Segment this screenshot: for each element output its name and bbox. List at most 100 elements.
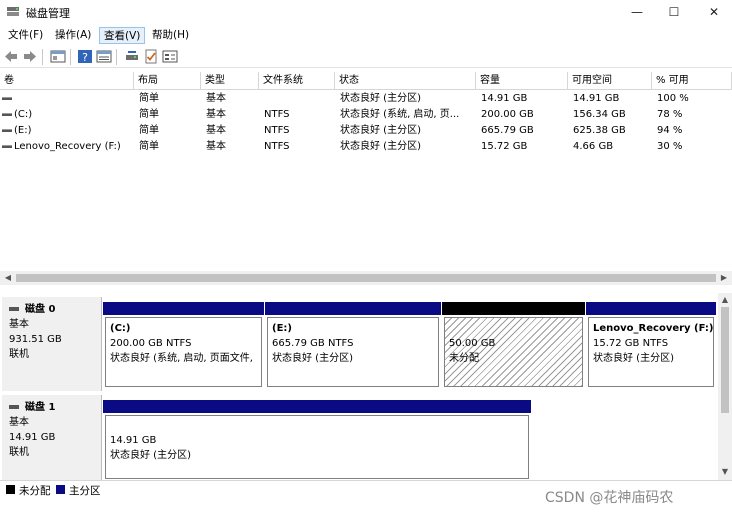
column-header-volume[interactable]: 卷 (0, 72, 134, 90)
menu-bar: 文件(F) 操作(A) 查看(V) 帮助(H) (0, 25, 732, 45)
partition-size: 665.79 GB NTFS (272, 338, 354, 349)
checklist-icon[interactable] (143, 49, 159, 64)
volume-list: 卷 布局 类型 文件系统 状态 容量 可用空间 % 可用 简单 基本 状态良好 … (0, 72, 732, 272)
partition-unallocated[interactable]: 50.00 GB 未分配 (442, 302, 585, 391)
partition-size: 14.91 GB (110, 435, 157, 446)
partition-label: (C:) (110, 323, 131, 334)
status-cell: 状态良好 (主分区) (340, 125, 421, 136)
close-button[interactable]: ✕ (697, 0, 731, 24)
partition-status: 状态良好 (主分区) (110, 450, 191, 461)
disk-1-kind: 基本 (9, 417, 29, 428)
volume-name: (C:) (14, 109, 33, 120)
column-header-capacity[interactable]: 容量 (476, 72, 568, 90)
column-header-filesystem[interactable]: 文件系统 (259, 72, 335, 90)
scroll-right-icon[interactable]: ▶ (717, 271, 731, 285)
partition-status: 状态良好 (系统, 启动, 页面文件, (110, 353, 253, 364)
unallocated-body: 50.00 GB 未分配 (444, 317, 583, 387)
partition-disk1-primary[interactable]: 14.91 GB 状态良好 (主分区) (103, 400, 531, 480)
volume-name: (E:) (14, 125, 32, 136)
column-header-type[interactable]: 类型 (201, 72, 259, 90)
toolbar: ? (0, 46, 732, 68)
column-header-percent-free[interactable]: % 可用 (652, 72, 732, 90)
forward-arrow-icon[interactable] (22, 49, 38, 64)
volume-icon (2, 144, 12, 148)
menu-file[interactable]: 文件(F) (4, 27, 47, 44)
volume-name-cell: (E:) (0, 123, 134, 138)
partition-status: 状态良好 (主分区) (593, 353, 674, 364)
scroll-left-icon[interactable]: ◀ (1, 271, 15, 285)
disk-0-label[interactable]: 磁盘 0 基本 931.51 GB 联机 (2, 297, 102, 391)
partition-label (449, 321, 578, 336)
minimize-button[interactable]: — (620, 0, 654, 24)
layout-cell: 简单 (139, 141, 159, 152)
partition-status: 状态良好 (主分区) (272, 353, 353, 364)
partition-c[interactable]: (C:) 200.00 GB NTFS 状态良好 (系统, 启动, 页面文件, (103, 302, 264, 391)
type-cell: 基本 (206, 93, 226, 104)
watermark-text: CSDN @花神庙码农 (545, 490, 674, 506)
filesystem-cell (259, 91, 335, 106)
partition-size: 200.00 GB NTFS (110, 338, 192, 349)
disk-1-size: 14.91 GB (9, 432, 56, 443)
table-row[interactable]: (C:) 简单 基本 NTFS 状态良好 (系统, 启动, 页... 200.0… (0, 107, 732, 122)
volume-name-cell: Lenovo_Recovery (F:) (0, 139, 134, 154)
table-row[interactable]: (E:) 简单 基本 NTFS 状态良好 (主分区) 665.79 GB 625… (0, 123, 732, 138)
disk-graphical-view: 磁盘 0 基本 931.51 GB 联机 (C:) 200.00 GB NTFS… (0, 293, 732, 480)
partition-size: 15.72 GB NTFS (593, 338, 669, 349)
svg-text:?: ? (82, 51, 88, 64)
menu-help[interactable]: 帮助(H) (148, 27, 193, 44)
table-row[interactable]: Lenovo_Recovery (F:) 简单 基本 NTFS 状态良好 (主分… (0, 139, 732, 154)
vertical-scrollbar[interactable]: ▲ ▼ (718, 293, 732, 480)
free-space-cell: 4.66 GB (573, 141, 614, 152)
partition-bar-primary (265, 302, 441, 315)
legend-primary: 主分区 (69, 485, 101, 497)
volume-icon (2, 128, 12, 132)
disk-0-name: 磁盘 0 (25, 304, 56, 315)
volume-icon (2, 112, 12, 116)
disk-1-label[interactable]: 磁盘 1 基本 14.91 GB 联机 (2, 395, 102, 480)
layout-cell: 简单 (139, 93, 159, 104)
status-cell: 状态良好 (系统, 启动, 页... (340, 109, 460, 120)
free-space-cell: 14.91 GB (573, 93, 620, 104)
column-header-free-space[interactable]: 可用空间 (568, 72, 652, 90)
properties-icon[interactable] (96, 49, 112, 64)
volume-name-cell (0, 91, 134, 106)
disk-1-state: 联机 (9, 447, 29, 458)
menu-view[interactable]: 查看(V) (99, 27, 146, 44)
scroll-down-icon[interactable]: ▼ (718, 465, 732, 479)
partition-e[interactable]: (E:) 665.79 GB NTFS 状态良好 (主分区) (265, 302, 441, 391)
legend-unallocated: 未分配 (19, 485, 51, 497)
back-arrow-icon[interactable] (3, 49, 19, 64)
partition-label: Lenovo_Recovery (F:) (593, 323, 714, 334)
vertical-scroll-thumb[interactable] (721, 307, 729, 413)
disk-management-icon (7, 7, 19, 16)
status-cell: 状态良好 (主分区) (340, 141, 421, 152)
table-row[interactable]: 简单 基本 状态良好 (主分区) 14.91 GB 14.91 GB 100 % (0, 91, 732, 106)
horizontal-scrollbar[interactable]: ◀ ▶ (0, 271, 732, 285)
settings-panel-icon[interactable] (162, 49, 178, 64)
percent-free-cell: 94 % (657, 125, 683, 136)
disk-1-header: 磁盘 1 (9, 400, 94, 415)
capacity-cell: 15.72 GB (481, 141, 528, 152)
connect-disk-icon[interactable] (124, 49, 140, 64)
disk-0-kind: 基本 (9, 319, 29, 330)
help-icon[interactable]: ? (77, 49, 93, 64)
menu-action[interactable]: 操作(A) (51, 27, 95, 44)
disk-icon (9, 307, 19, 311)
console-tree-icon[interactable] (50, 49, 66, 64)
partition-status: 未分配 (449, 353, 479, 364)
partition-bar-primary (586, 302, 716, 315)
partition-lenovo-recovery[interactable]: Lenovo_Recovery (F:) 15.72 GB NTFS 状态良好 … (586, 302, 716, 391)
type-cell: 基本 (206, 141, 226, 152)
partition-f-body: Lenovo_Recovery (F:) 15.72 GB NTFS 状态良好 … (588, 317, 714, 387)
filesystem-cell: NTFS (264, 141, 290, 152)
maximize-button[interactable]: ☐ (657, 0, 691, 24)
partition-c-body: (C:) 200.00 GB NTFS 状态良好 (系统, 启动, 页面文件, (105, 317, 262, 387)
scroll-up-icon[interactable]: ▲ (718, 293, 732, 307)
horizontal-scroll-thumb[interactable] (16, 274, 716, 282)
layout-cell: 简单 (139, 109, 159, 120)
volume-name: Lenovo_Recovery (F:) (14, 141, 121, 152)
partition-size: 50.00 GB (449, 338, 496, 349)
type-cell: 基本 (206, 109, 226, 120)
column-header-status[interactable]: 状态 (335, 72, 476, 90)
column-header-layout[interactable]: 布局 (134, 72, 201, 90)
